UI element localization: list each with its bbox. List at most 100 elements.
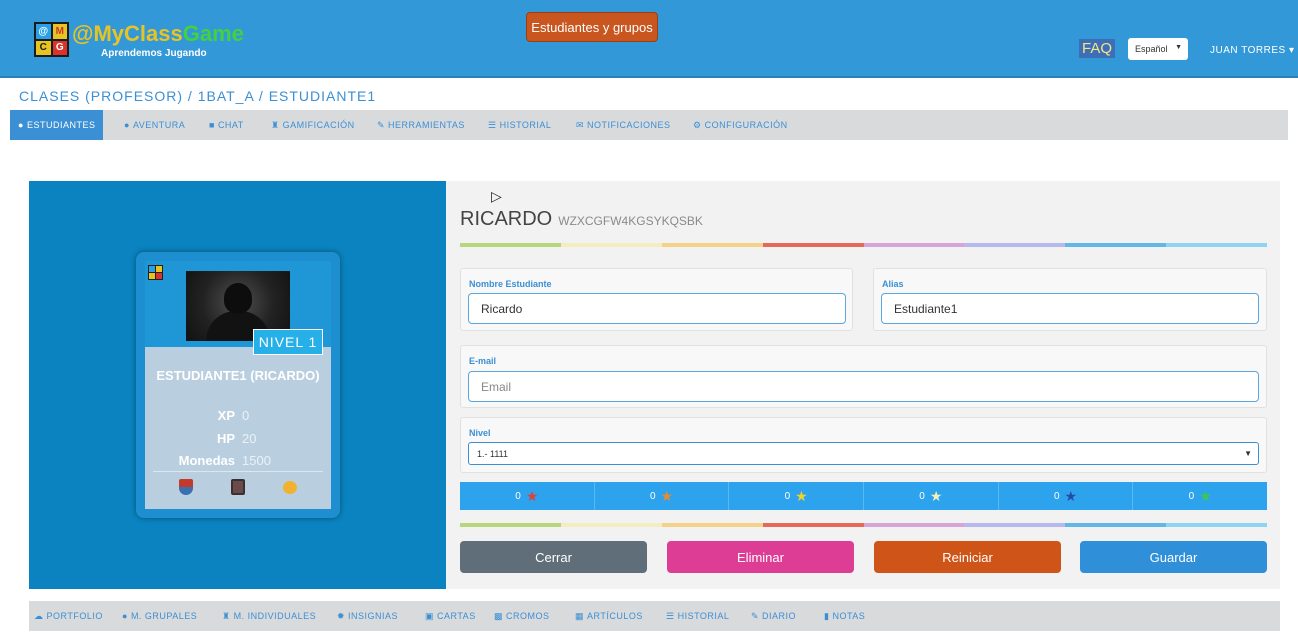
tab-label: M. GRUPALES [130,611,198,621]
star-icon: ★ [929,488,943,504]
tab-label: DIARIO [762,611,797,621]
chat-icon: ■ [209,120,215,130]
divider [153,471,323,472]
badge-count: 0 [1188,490,1195,502]
language-value: Español [1135,44,1168,54]
stat-value: 20 [242,431,257,446]
tab-label: ARTÍCULOS [587,611,643,621]
card-icon: ▣ [425,610,435,621]
coin-icon[interactable] [283,481,297,494]
brand-name[interactable]: @MyClassGame [72,22,244,46]
card-icon[interactable] [231,479,245,495]
app-logo[interactable]: @ M C G [34,22,69,57]
student-code: WZXCGFW4KGSYKQSBK [558,214,703,228]
logo-letter: M [52,24,67,39]
main-tabs: ● ESTUDIANTES ● AVENTURA ■ CHAT ♜ GAMIFICACI… [10,110,1288,140]
tab-configuracion[interactable]: ⚙ CONFIGURACIÓN [693,110,788,140]
badge-count: 0 [515,490,521,502]
pencil-icon: ✎ [751,610,760,621]
list-icon: ☰ [666,610,675,621]
user-menu[interactable]: JUAN TORRES ▾ [1210,45,1295,56]
shield-icon[interactable] [179,479,193,495]
guardar-button[interactable]: Guardar [1080,541,1267,573]
brand-slogan: Aprendemos Jugando [101,48,207,59]
gear-icon: ⚙ [693,119,702,130]
tab-m-individuales[interactable]: ♜ M. INDIVIDUALES [222,601,316,631]
globe-icon: ● [122,611,128,621]
badge-count: 0 [919,490,925,502]
tab-aventura[interactable]: ● AVENTURA [124,110,185,140]
castle-icon: ♜ [222,610,231,621]
nombre-label: Nombre Estudiante [469,279,552,289]
star-icon: ★ [1064,488,1078,504]
tab-label: NOTAS [832,611,866,621]
tab-insignias[interactable]: ✹ INSIGNIAS [337,601,398,631]
breadcrumb[interactable]: CLASES (PROFESOR) / 1BAT_A / ESTUDIANTE1 [19,88,376,104]
badge-orange[interactable]: 0 ★ [595,482,730,510]
logo-letter: C [36,40,51,55]
rainbow-divider [460,523,1267,527]
tab-label: HERRAMIENTAS [388,120,465,130]
tab-m-grupales[interactable]: ● M. GRUPALES [122,601,197,631]
badge-count: 0 [784,490,791,502]
chevron-down-icon: ▼ [1175,44,1182,51]
tab-articulos[interactable]: ▦ ARTÍCULOS [575,601,643,631]
eliminar-button[interactable]: Eliminar [667,541,854,573]
alias-input[interactable]: Estudiante1 [881,293,1259,324]
nivel-label: Nivel [469,428,491,438]
card-logo-icon [148,265,163,280]
badge-green[interactable]: 0 ★ [1133,482,1267,510]
language-select[interactable]: Español ▼ [1128,38,1188,60]
tab-label: GAMIFICACIÓN [282,120,355,130]
tab-notificaciones[interactable]: ✉ NOTIFICACIONES [576,110,671,140]
nombre-input[interactable]: Ricardo [468,293,846,324]
tab-historial[interactable]: ☰ HISTORIAL [488,110,551,140]
user-name: JUAN TORRES [1210,45,1286,56]
tab-notas[interactable]: ▮ NOTAS [824,601,865,631]
tab-label: ESTUDIANTES [26,120,96,130]
alias-label: Alias [882,279,904,289]
nivel-select[interactable]: 1.- 1111 ▼ [468,442,1259,465]
card-items [145,479,331,495]
badge-blue[interactable]: 0 ★ [999,482,1134,510]
faq-link[interactable]: FAQ [1079,39,1116,58]
badges-bar: 0 ★ 0 ★ 0 ★ 0 ★ 0 ★ 0 ★ [460,482,1267,510]
badge-red[interactable]: 0 ★ [460,482,595,510]
tab-label: CROMOS [506,611,550,621]
tab-label: HISTORIAL [677,611,730,621]
tab-label: AVENTURA [132,120,186,130]
students-groups-button[interactable]: Estudiantes y grupos [526,12,658,42]
cerrar-button[interactable]: Cerrar [460,541,647,573]
castle-icon: ♜ [271,119,280,130]
tab-chat[interactable]: ■ CHAT [209,110,244,140]
level-badge: NIVEL 1 [253,329,323,355]
tab-historial-bottom[interactable]: ☰ HISTORIAL [666,601,729,631]
reiniciar-button[interactable]: Reiniciar [874,541,1061,573]
wrench-icon: ✎ [377,119,386,130]
user-icon: ● [18,120,24,130]
tab-herramientas[interactable]: ✎ HERRAMIENTAS [377,110,465,140]
email-label: E-mail [469,356,497,366]
tab-label: CONFIGURACIÓN [704,120,788,130]
nivel-group: Nivel 1.- 1111 ▼ [460,417,1267,473]
brand-class: Class [124,21,183,46]
email-input[interactable]: Email [468,371,1259,402]
bottom-tabs: ☁ PORTFOLIO ● M. GRUPALES ♜ M. INDIVIDUALES… [29,601,1280,631]
tab-label: PORTFOLIO [46,611,103,621]
tab-estudiantes[interactable]: ● ESTUDIANTES [10,110,104,140]
book-icon: ▩ [494,610,504,621]
stat-value: 0 [242,408,250,423]
badge-count: 0 [1053,490,1060,502]
rainbow-divider [460,243,1267,247]
tab-portfolio[interactable]: ☁ PORTFOLIO [34,601,103,631]
email-group: E-mail Email [460,345,1267,408]
tab-label: CARTAS [437,611,476,621]
tab-gamificacion[interactable]: ♜ GAMIFICACIÓN [271,110,355,140]
badge-count: 0 [649,490,656,502]
badge-white[interactable]: 0 ★ [864,482,999,510]
tab-diario[interactable]: ✎ DIARIO [751,601,796,631]
tab-label: INSIGNIAS [348,611,399,621]
tab-cartas[interactable]: ▣ CARTAS [425,601,476,631]
tab-cromos[interactable]: ▩ CROMOS [494,601,550,631]
badge-yellow[interactable]: 0 ★ [729,482,865,510]
